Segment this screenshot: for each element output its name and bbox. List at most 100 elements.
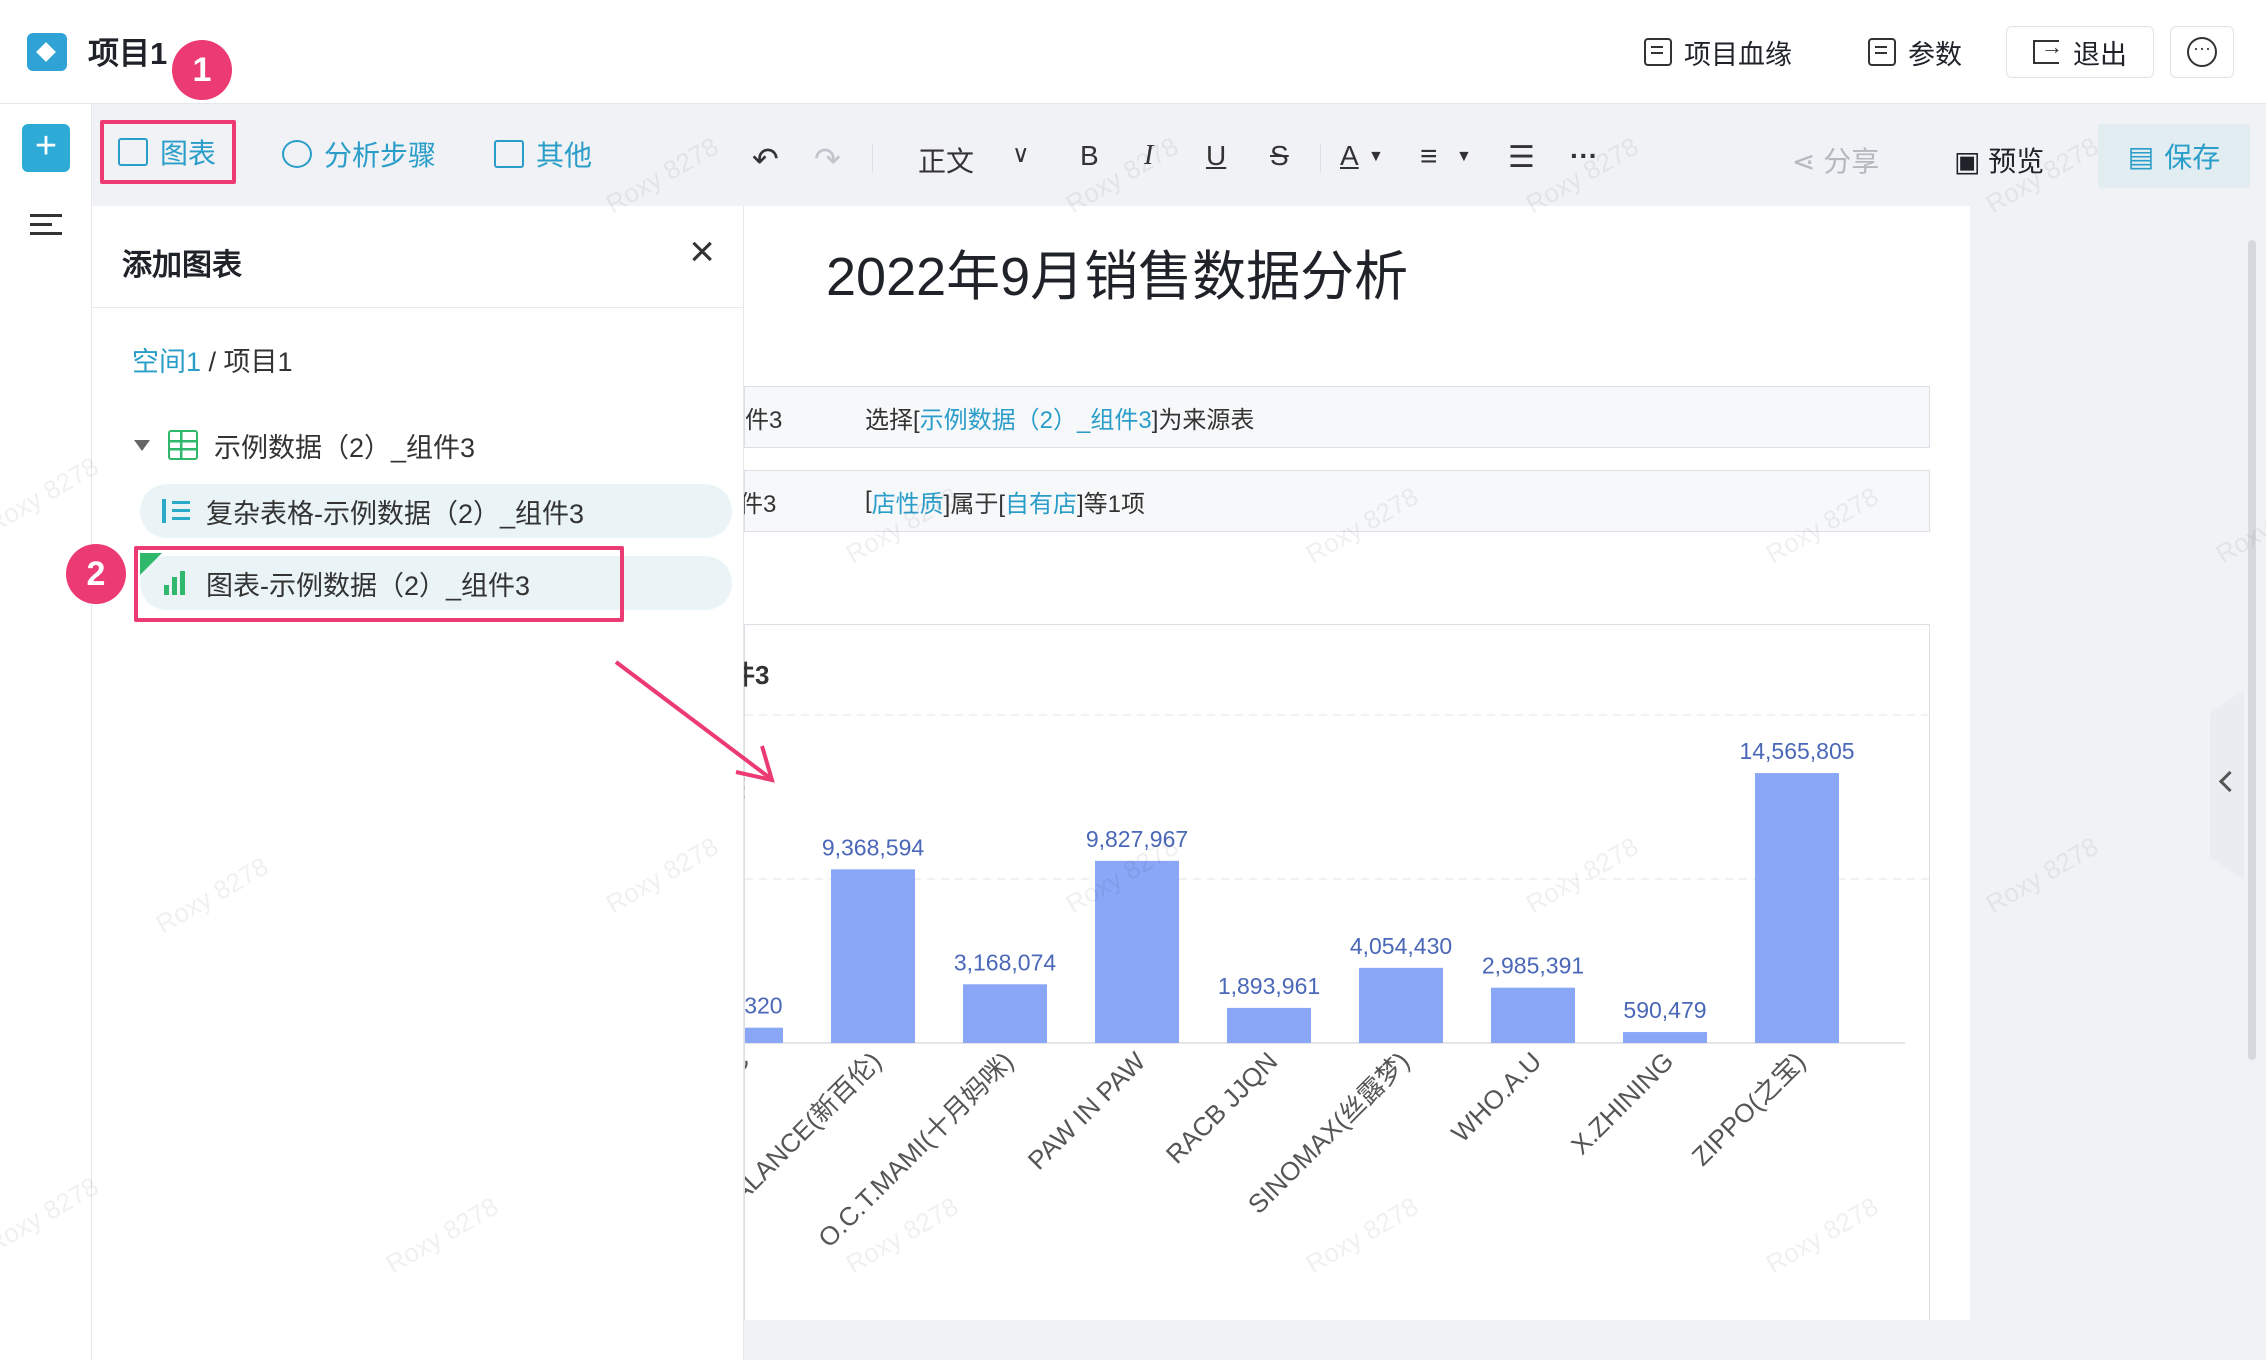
analysis-steps-button[interactable]: 分析步骤 [282,126,436,182]
chart-component[interactable]: 件3 826,320SAC9,368,594V BALANCE(新百伦)3,16… [744,624,1931,1320]
app-logo-icon [27,33,67,71]
top-bar: 项目1 项目血缘 参数 退出 ··· [0,0,2266,104]
bar-1[interactable] [831,869,915,1043]
preview-button[interactable]: ▣ 预览 [1954,140,2044,180]
complex-table-item[interactable]: 复杂表格-示例数据（2）_组件3 [140,484,732,538]
exit-icon [2033,34,2063,64]
redo-icon[interactable]: ↷ [814,140,841,178]
data-label-5: 4,054,430 [1350,933,1452,959]
font-color-button[interactable]: A [1340,140,1359,172]
chart-tab-button[interactable]: 图表 [100,120,236,184]
params-icon [1868,38,1896,66]
lineage-icon [1644,38,1672,66]
filter-pre: 选择[ [865,406,920,434]
caret-down-icon: ▼ [1368,148,1384,165]
tick-label-0: SAC [745,1046,755,1105]
complex-table-label: 复杂表格-示例数据（2）_组件3 [206,498,585,529]
tick-label-4: RACB JJQN [1160,1046,1283,1169]
bottom-gutter [744,1320,1970,1360]
text-style-select[interactable]: 正文 [918,140,974,180]
bar-chart: 826,320SAC9,368,594V BALANCE(新百伦)3,168,0… [745,714,1931,1253]
collapse-panel-icon[interactable] [2210,690,2244,880]
share-button[interactable]: ⋖ 分享 [1792,140,1879,180]
breadcrumb-space-link[interactable]: 空间1 [132,347,201,377]
bar-0[interactable] [745,1027,783,1043]
app-root: 项目1 项目血缘 参数 退出 ··· + 图表 分析步骤 [0,0,2266,1360]
params-button[interactable]: 参数 [1868,26,1962,78]
data-label-6: 2,985,391 [1482,953,1584,979]
preview-icon: ▣ [1954,146,1989,177]
dataset-node[interactable]: 示例数据（2）_组件3 [134,418,475,472]
other-label: 其他 [536,140,593,171]
close-icon[interactable]: × [689,230,715,274]
panel-title: 添加图表 [122,249,242,282]
scrollbar[interactable] [2248,240,2256,1060]
bar-4[interactable] [1227,1007,1311,1043]
breadcrumb-project: 项目1 [223,347,293,377]
filter-source-link[interactable]: 示例数据（2）_组件3 [920,400,1152,435]
filter2-field-link[interactable]: 店性质 [872,484,944,519]
data-label-2: 3,168,074 [954,949,1057,975]
analysis-steps-label: 分析步骤 [324,140,437,171]
italic-button[interactable]: I [1144,140,1153,172]
breadcrumb-separator: / [201,347,224,377]
filter2-value-link[interactable]: 自有店 [1005,484,1077,519]
lineage-label: 项目血缘 [1684,39,1792,70]
more-button[interactable]: ··· [2170,26,2234,78]
params-label: 参数 [1908,39,1962,70]
editor-toolbar: 图表 分析步骤 其他 ↶ ↷ 正文 ∨ B I U S A ▼ ≡ ▼ ☰ ··… [92,104,2266,206]
bar-5[interactable] [1359,967,1443,1043]
save-label: 保存 [2164,142,2221,173]
data-label-1: 9,368,594 [822,834,925,860]
exit-button[interactable]: 退出 [2006,26,2154,78]
bar-8[interactable] [1755,773,1839,1043]
chevron-down-icon[interactable]: ∨ [1012,140,1030,169]
strikethrough-button[interactable]: S [1270,140,1289,172]
bold-button[interactable]: B [1080,140,1099,172]
complex-table-icon [162,499,190,523]
save-icon: ▤ [2127,140,2155,172]
filter2-pre: [ [865,487,872,514]
save-button[interactable]: ▤ 保存 [2098,124,2250,188]
bar-3[interactable] [1095,860,1179,1043]
preview-label: 预览 [1988,146,2045,177]
data-label-8: 14,565,805 [1739,738,1854,764]
panel-header: 添加图表 × [92,206,743,308]
tick-label-3: PAW IN PAW [1022,1046,1152,1176]
lineage-button[interactable]: 项目血缘 [1644,26,1792,78]
filter2-name: 件3 [744,490,777,518]
undo-icon[interactable]: ↶ [752,140,779,178]
document-canvas: 2022年9月销售数据分析 组件3 选择[示例数据（2）_组件3]为来源表 件3… [744,206,1970,1320]
chart-add-icon [118,138,148,166]
step-callout-2: 2 [66,544,126,604]
drag-arrow-icon [614,660,775,783]
filter-name: 组件3 [744,406,783,434]
analysis-icon [282,140,312,168]
expand-triangle-icon[interactable] [134,439,150,451]
share-icon: ⋖ [1792,146,1824,177]
list-icon[interactable]: ☰ [1508,140,1535,175]
bar-6[interactable] [1491,987,1575,1043]
align-icon[interactable]: ≡ [1420,140,1438,174]
other-button[interactable]: 其他 [494,126,592,182]
data-label-0: 826,320 [745,993,783,1019]
chart-tab-label: 图表 [160,138,217,169]
document-title[interactable]: 2022年9月销售数据分析 [826,232,1408,311]
exit-label: 退出 [2073,39,2127,70]
underline-button[interactable]: U [1206,140,1226,172]
tick-label-7: X.ZHINING [1565,1046,1679,1160]
condition-filter-row[interactable]: 件3 [店性质]属于[自有店]等1项 [744,470,1930,532]
bar-7[interactable] [1623,1032,1707,1043]
tick-label-6: WHO.A.U [1445,1046,1547,1148]
add-icon[interactable]: + [22,124,70,172]
more-format-icon[interactable]: ··· [1570,140,1598,172]
share-label: 分享 [1823,146,1880,177]
ellipsis-icon: ··· [2187,37,2217,67]
source-filter-row[interactable]: 组件3 选择[示例数据（2）_组件3]为来源表 [744,386,1930,448]
dataset-label: 示例数据（2）_组件3 [214,432,476,463]
filter-post: ]为来源表 [1151,406,1255,434]
tick-label-8: ZIPPO(之宝) [1686,1046,1811,1171]
step-callout-1: 1 [172,40,232,100]
bar-2[interactable] [963,984,1047,1043]
outline-icon[interactable] [30,214,62,240]
